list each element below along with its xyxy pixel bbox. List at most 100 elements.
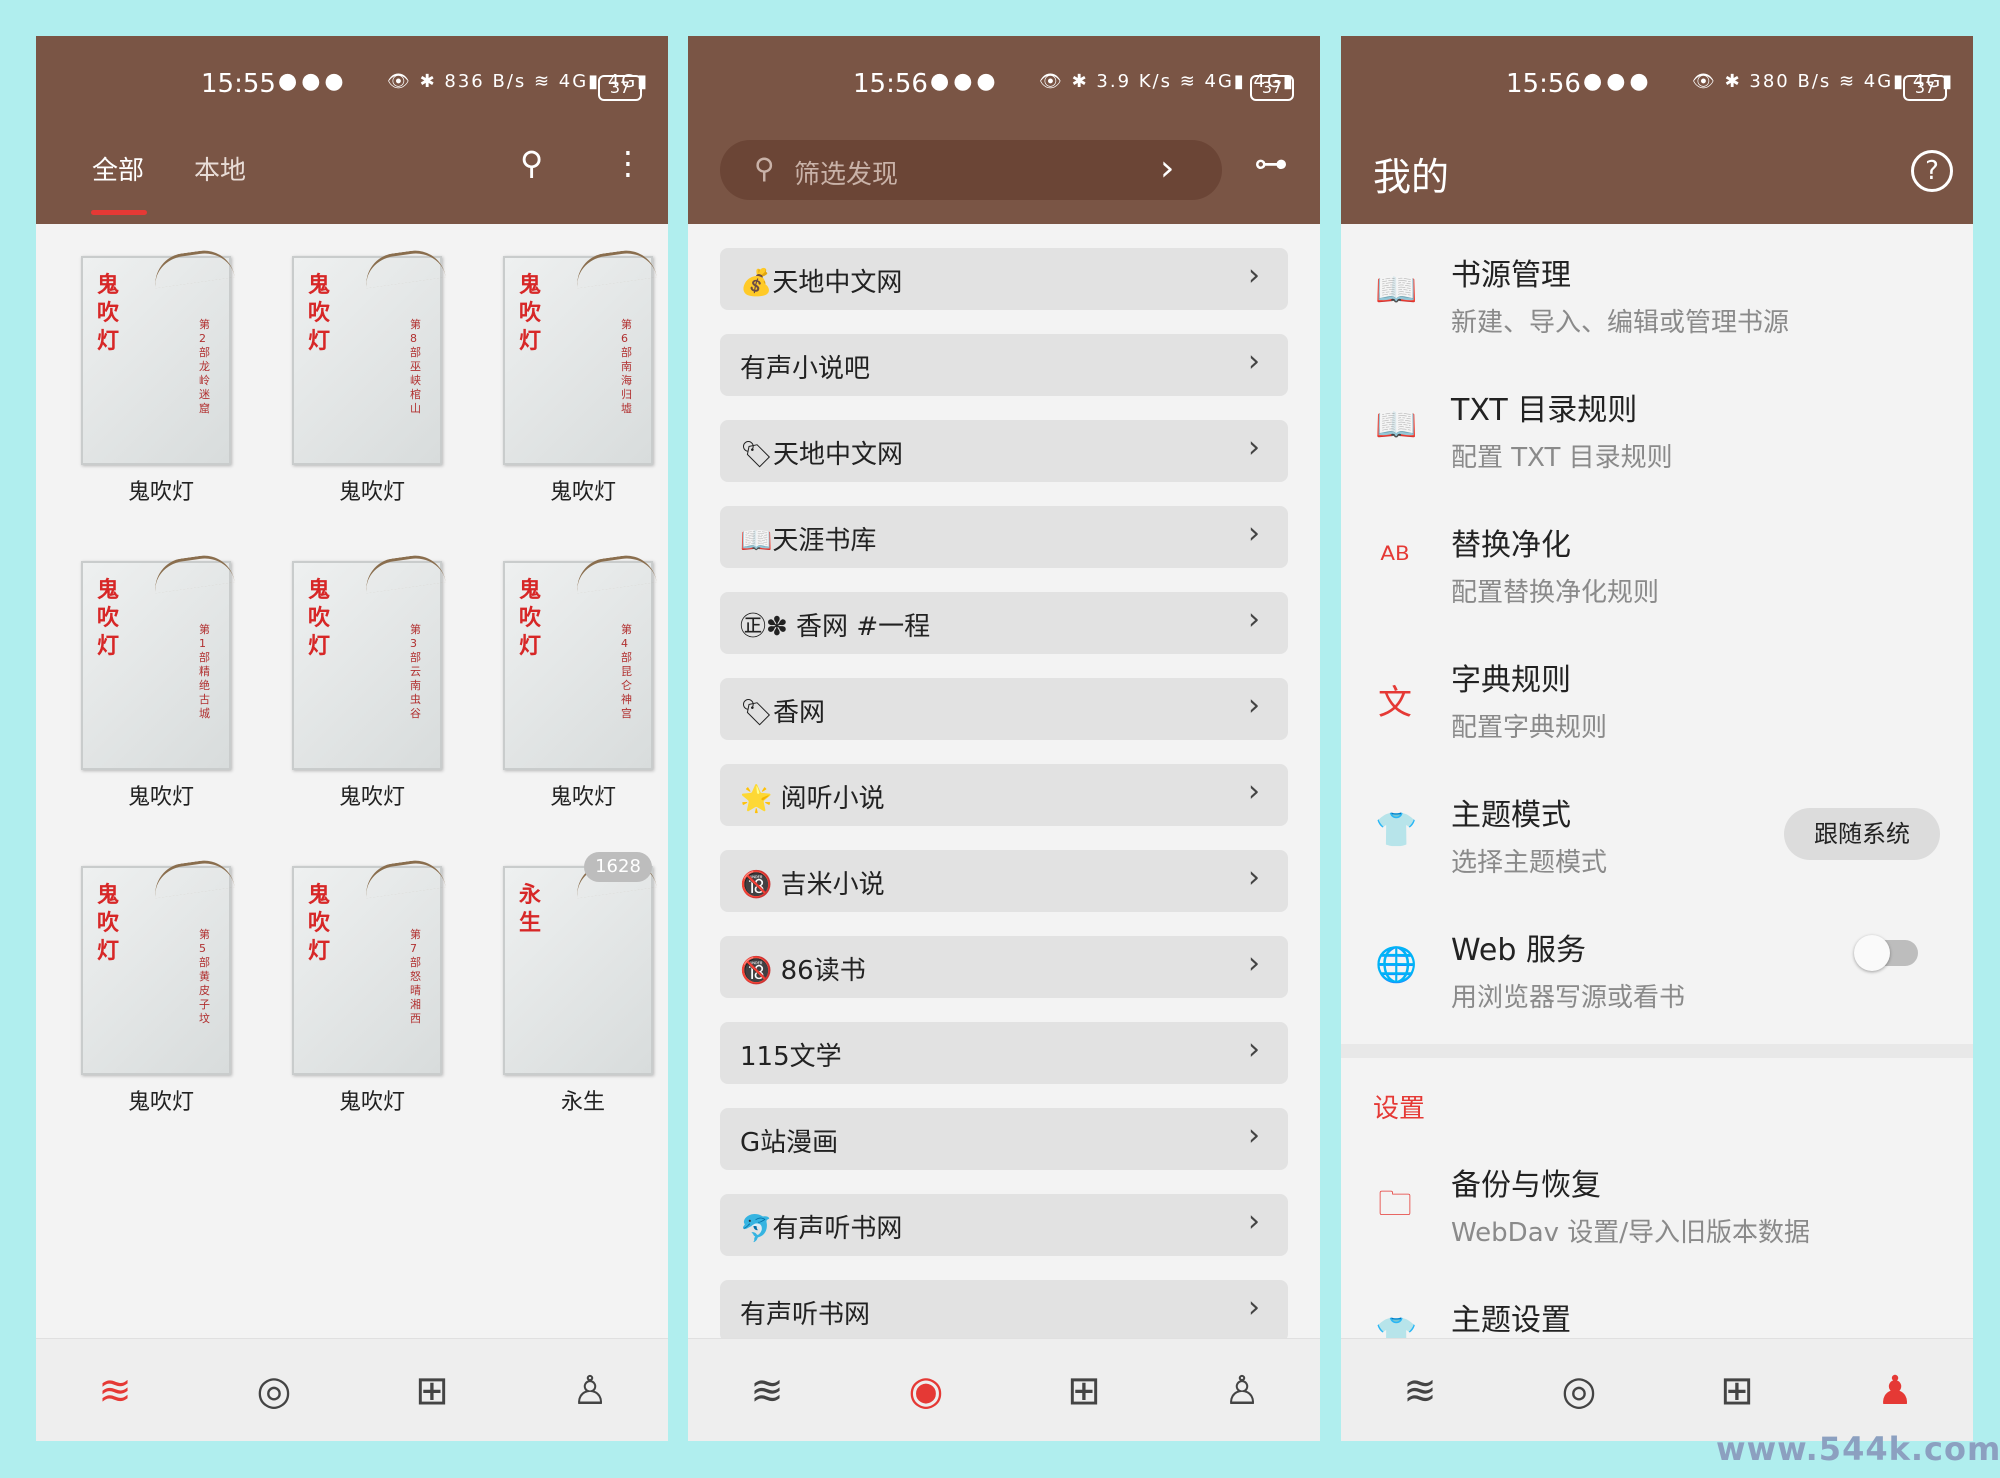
net-speed: 3.9 K/s <box>1096 71 1172 92</box>
bookshelf-nav-icon[interactable]: ≋ <box>741 1367 793 1415</box>
book-cover[interactable]: 鬼吹灯 第4部昆仑神宫 <box>503 551 657 770</box>
source-item[interactable]: 🏷香网 › <box>720 678 1288 740</box>
book-open-icon: 📖 <box>1375 405 1418 445</box>
compass-nav-icon[interactable]: ◎ <box>248 1367 300 1415</box>
source-item[interactable]: 有声听书网 › <box>720 1280 1288 1342</box>
source-item[interactable]: 💰天地中文网 › <box>720 248 1288 310</box>
bottom-nav: ≋ ◉ ⊞ ♙ <box>688 1338 1320 1441</box>
profile-nav-icon[interactable]: ♙ <box>564 1367 616 1415</box>
filter-search-bar[interactable]: ⚲ 筛选发现 › <box>720 140 1222 200</box>
source-item[interactable]: 🐬有声听书网 › <box>720 1194 1288 1256</box>
bookshelf-nav-icon[interactable]: ≋ <box>89 1367 141 1415</box>
source-name: 🌟 阅听小说 <box>740 784 885 814</box>
source-name: 有声听书网 <box>740 1300 871 1330</box>
book-title: 鬼吹灯 <box>127 1090 194 1115</box>
book-item[interactable]: 鬼吹灯 第3部云南虫谷 鬼吹灯 <box>277 551 446 810</box>
book-item[interactable]: 鬼吹灯 第1部精绝古城鬼吹灯 <box>66 551 235 810</box>
cover-title: 永生 <box>519 883 542 936</box>
menu-row[interactable]: 🌐 Web 服务 用浏览器写源或看书 <box>1341 911 1973 1041</box>
book-cover[interactable]: 鬼吹灯 第5部黄皮子坟 <box>81 856 235 1075</box>
book-cover[interactable]: 永生 <box>503 856 657 1075</box>
book-item[interactable]: 鬼吹灯 第6部南海归墟鬼吹灯 <box>488 246 657 505</box>
menu-row[interactable]: 📖 书源管理 新建、导入、编辑或管理书源 <box>1341 236 1973 366</box>
book-cover[interactable]: 鬼吹灯 第6部南海归墟 <box>503 246 657 465</box>
translate-icon: 文 <box>1378 683 1412 723</box>
profile-nav-icon[interactable]: ♙ <box>1216 1367 1268 1415</box>
notification-icons: ●●● <box>930 69 1000 94</box>
cover-subtitle: 第4部昆仑神宫 <box>621 623 632 720</box>
book-item[interactable]: 鬼吹灯 第4部昆仑神宫 鬼吹灯 <box>488 551 657 810</box>
branch-decoration <box>573 246 657 289</box>
help-icon[interactable]: ? <box>1911 150 1953 192</box>
book-cover[interactable]: 鬼吹灯 第8部巫峡棺山 <box>292 246 446 465</box>
tab-local[interactable]: 本地 <box>194 150 246 187</box>
source-item[interactable]: 🔞 吉米小说 › <box>720 850 1288 912</box>
source-name: G站漫画 <box>740 1128 839 1158</box>
replace-ab-icon: ᴬᴮ <box>1380 540 1410 580</box>
book-cover[interactable]: 鬼吹灯 第1部精绝古城 <box>81 551 235 770</box>
menu-row[interactable]: ᴬᴮ 替换净化 配置替换净化规则 <box>1341 506 1973 636</box>
row-subtitle: WebDav 设置/导入旧版本数据 <box>1451 1218 1811 1248</box>
chevron-right-icon: › <box>1248 1290 1260 1325</box>
search-icon[interactable]: ⚲ <box>520 144 543 182</box>
web-service-toggle[interactable] <box>1854 935 1918 971</box>
watermark: www.544k.com <box>1716 1430 2000 1468</box>
bottom-nav: ≋ ◎ ⊞ ♙ <box>36 1338 668 1441</box>
bookshelf-header: 15:55 ●●● 👁 ✱ 836 B/s ≋ 4G▮ 4G▮ 37 全部 本地… <box>36 36 668 224</box>
source-item[interactable]: 115文学 › <box>720 1022 1288 1084</box>
bookmark-nav-icon[interactable]: ⊞ <box>1058 1367 1110 1415</box>
book-item[interactable]: 鬼吹灯 第8部巫峡棺山鬼吹灯 <box>277 246 446 505</box>
book-item[interactable]: 鬼吹灯 第7部怒晴湘西鬼吹灯 <box>277 856 446 1115</box>
source-item[interactable]: 有声小说吧 › <box>720 334 1288 396</box>
menu-row[interactable]: 🗀 备份与恢复 WebDav 设置/导入旧版本数据 <box>1341 1146 1973 1276</box>
row-title: 字典规则 <box>1451 663 1571 698</box>
chevron-right-icon: › <box>1248 1032 1260 1067</box>
compass-nav-icon[interactable]: ◎ <box>1553 1367 1605 1415</box>
source-item[interactable]: G站漫画 › <box>720 1108 1288 1170</box>
source-name: 🔞 86读书 <box>740 956 866 986</box>
book-cover[interactable]: 鬼吹灯 第3部云南虫谷 <box>292 551 446 770</box>
source-item[interactable]: 🏷天地中文网 › <box>720 420 1288 482</box>
book-title: 鬼吹灯 <box>338 1090 405 1115</box>
source-item[interactable]: ㊣✽ 香网 #一程 › <box>720 592 1288 654</box>
book-item[interactable]: 鬼吹灯 第2部龙岭迷窟 鬼吹灯 <box>66 246 235 505</box>
theme-mode-button[interactable]: 跟随系统 <box>1784 808 1940 860</box>
book-title: 鬼吹灯 <box>549 480 616 505</box>
chevron-right-icon: › <box>1248 602 1260 637</box>
row-subtitle: 配置字典规则 <box>1451 713 1608 743</box>
cover-subtitle: 第5部黄皮子坟 <box>199 928 210 1025</box>
menu-row[interactable]: 📖 TXT 目录规则 配置 TXT 目录规则 <box>1341 371 1973 501</box>
chevron-right-icon[interactable]: › <box>1160 148 1174 189</box>
book-cover[interactable]: 鬼吹灯 第2部龙岭迷窟 <box>81 246 235 465</box>
group-icon[interactable]: ⊶ <box>1254 144 1288 184</box>
book-cover[interactable]: 鬼吹灯 第7部怒晴湘西 <box>292 856 446 1075</box>
branch-decoration <box>362 246 446 289</box>
source-item[interactable]: 🌟 阅听小说 › <box>720 764 1288 826</box>
bookshelf-screen: 15:55 ●●● 👁 ✱ 836 B/s ≋ 4G▮ 4G▮ 37 全部 本地… <box>36 36 668 1441</box>
battery-icon: 37 <box>598 75 642 101</box>
mine-screen: 15:56 ●●● 👁 ✱ 380 B/s ≋ 4G▮ 4G▮ 37 我的 ? … <box>1341 36 1973 1441</box>
search-placeholder: 筛选发现 <box>794 160 899 190</box>
profile-nav-icon[interactable]: ♟ <box>1869 1367 1921 1415</box>
chevron-right-icon: › <box>1248 516 1260 551</box>
bookmark-nav-icon[interactable]: ⊞ <box>1711 1367 1763 1415</box>
book-title: 鬼吹灯 <box>338 480 405 505</box>
mine-header: 15:56 ●●● 👁 ✱ 380 B/s ≋ 4G▮ 4G▮ 37 我的 ? <box>1341 36 1973 224</box>
source-name: 🔞 吉米小说 <box>740 870 885 900</box>
search-icon: ⚲ <box>754 152 775 185</box>
bookmark-nav-icon[interactable]: ⊞ <box>406 1367 458 1415</box>
book-title: 鬼吹灯 <box>127 785 194 810</box>
chevron-right-icon: › <box>1248 1118 1260 1153</box>
bookshelf-nav-icon[interactable]: ≋ <box>1394 1367 1446 1415</box>
tab-all[interactable]: 全部 <box>92 150 144 187</box>
menu-row[interactable]: 文 字典规则配置字典规则 <box>1341 641 1973 771</box>
source-item[interactable]: 📖天涯书库 › <box>720 506 1288 568</box>
more-icon[interactable]: ⋮ <box>612 144 644 182</box>
book-item[interactable]: 鬼吹灯 第5部黄皮子坟鬼吹灯 <box>66 856 235 1115</box>
shirt-icon: 👕 <box>1375 810 1418 850</box>
source-item[interactable]: 🔞 86读书 › <box>720 936 1288 998</box>
compass-nav-icon[interactable]: ◉ <box>900 1367 952 1415</box>
globe-icon: 🌐 <box>1375 945 1418 985</box>
book-item[interactable]: 永生 永生 <box>488 856 657 1115</box>
toggle-knob <box>1854 935 1890 971</box>
